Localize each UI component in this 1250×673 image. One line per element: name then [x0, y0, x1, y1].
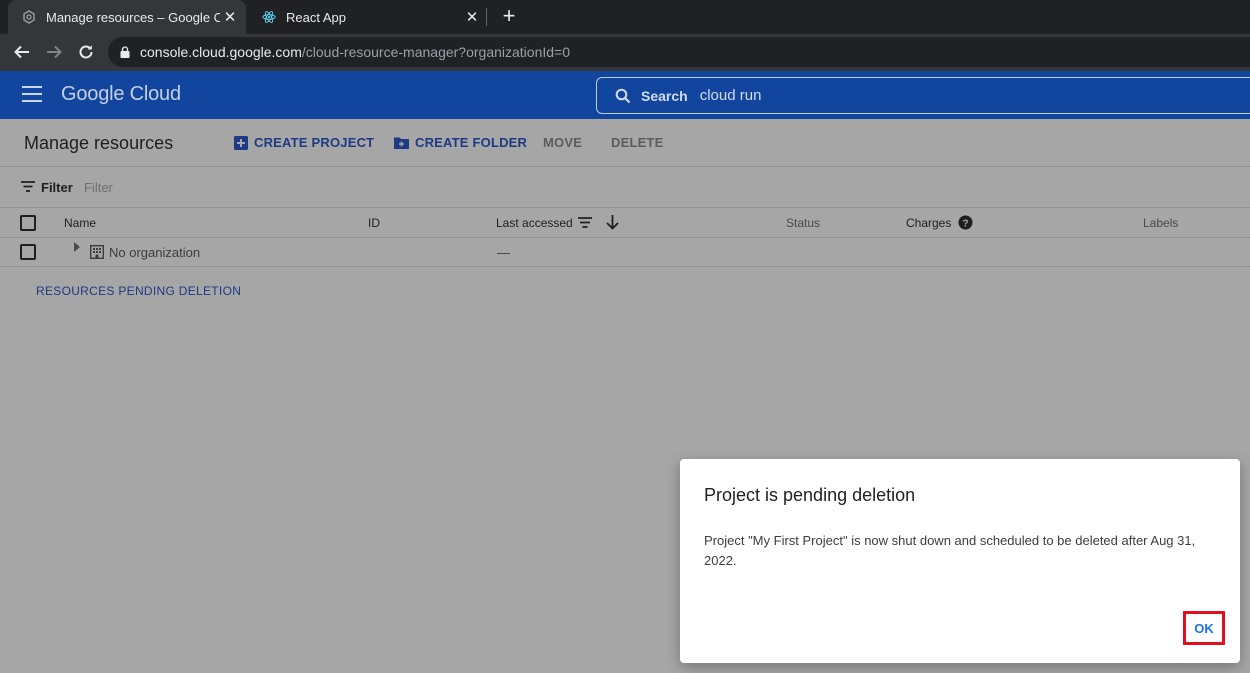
back-icon[interactable]	[11, 41, 33, 63]
column-last-accessed[interactable]: Last accessed	[496, 216, 573, 230]
tab-title: React App	[286, 9, 346, 25]
tab-title: Manage resources – Google Clou	[46, 9, 220, 25]
select-all-checkbox[interactable]	[20, 215, 36, 231]
tab-separator	[486, 8, 487, 26]
filter-bar: Filter Filter	[0, 167, 1250, 208]
table-header: Name ID Last accessed Status Charges ? L…	[0, 208, 1250, 238]
dialog-message: Project "My First Project" is now shut d…	[704, 533, 1196, 568]
table-row[interactable]: No organization —	[0, 238, 1250, 267]
search-input[interactable]: Search cloud run	[596, 77, 1250, 114]
pending-deletion-dialog: Project is pending deletion Project "My …	[680, 459, 1240, 663]
filter-icon	[21, 181, 35, 192]
create-folder-button[interactable]: CREATE FOLDER	[394, 135, 527, 150]
filter-input[interactable]: Filter	[84, 180, 113, 195]
row-checkbox[interactable]	[20, 244, 36, 260]
tab-manage-resources[interactable]: Manage resources – Google Clou ✕	[8, 0, 246, 34]
url-host: console.cloud.google.com	[140, 44, 302, 60]
column-id[interactable]: ID	[368, 216, 380, 230]
cloud-console-header: Google Cloud Search cloud run	[0, 71, 1250, 119]
svg-text:?: ?	[962, 218, 968, 229]
new-tab-button[interactable]: +	[498, 5, 520, 29]
google-cloud-logo[interactable]: Google Cloud	[61, 83, 181, 106]
expand-icon[interactable]	[73, 241, 81, 253]
create-project-label: CREATE PROJECT	[254, 135, 375, 150]
column-charges[interactable]: Charges	[906, 216, 951, 230]
create-folder-label: CREATE FOLDER	[415, 135, 528, 150]
gear-icon	[22, 10, 36, 24]
url-field[interactable]: console.cloud.google.com /cloud-resource…	[108, 37, 1250, 67]
sort-icon[interactable]	[578, 217, 592, 228]
move-button[interactable]: MOVE	[543, 135, 582, 150]
search-value: cloud run	[699, 87, 762, 104]
column-name[interactable]: Name	[64, 216, 96, 230]
page-toolbar: Manage resources CREATE PROJECT CREATE F…	[0, 119, 1250, 167]
row-last-accessed: —	[497, 245, 510, 260]
menu-icon[interactable]	[22, 86, 42, 104]
browser-address-bar: console.cloud.google.com /cloud-resource…	[0, 34, 1250, 71]
column-status[interactable]: Status	[786, 216, 820, 230]
row-name[interactable]: No organization	[109, 245, 200, 260]
lock-icon	[120, 46, 130, 58]
ok-button[interactable]: OK	[1183, 611, 1225, 645]
page-title: Manage resources	[24, 133, 174, 153]
search-label: Search	[641, 87, 688, 104]
forward-icon[interactable]	[43, 41, 65, 63]
search-icon	[615, 88, 631, 104]
close-tab-icon[interactable]: ✕	[220, 8, 240, 26]
browser-tab-strip: Manage resources – Google Clou ✕ React A…	[0, 0, 1250, 34]
url-path: /cloud-resource-manager?organizationId=0	[301, 44, 570, 60]
tab-react-app[interactable]: React App ✕	[248, 0, 488, 34]
create-folder-icon	[394, 136, 409, 149]
add-box-icon	[234, 135, 248, 150]
react-icon	[262, 10, 276, 24]
dialog-title: Project is pending deletion	[704, 485, 916, 505]
delete-button[interactable]: DELETE	[611, 135, 663, 150]
arrow-down-icon[interactable]	[606, 215, 619, 230]
filter-label: Filter	[41, 180, 73, 195]
close-tab-icon[interactable]: ✕	[462, 8, 482, 26]
resources-pending-deletion-link[interactable]: RESOURCES PENDING DELETION	[36, 284, 241, 298]
create-project-button[interactable]: CREATE PROJECT	[234, 135, 374, 150]
reload-icon[interactable]	[75, 41, 97, 63]
organization-icon	[90, 245, 104, 259]
help-icon[interactable]: ?	[958, 215, 973, 230]
column-labels[interactable]: Labels	[1143, 216, 1178, 230]
